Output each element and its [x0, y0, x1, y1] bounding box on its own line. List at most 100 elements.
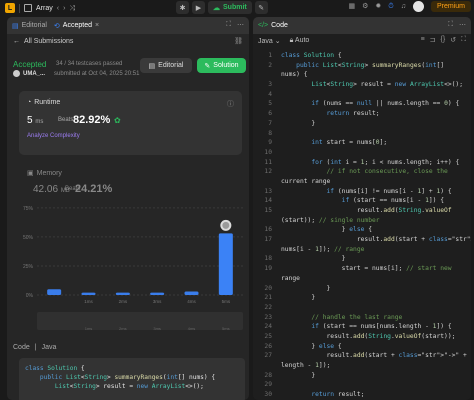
code-line[interactable]: 26 } else { — [253, 342, 471, 352]
line-code: public List<String> summaryRanges(int[] — [296, 61, 445, 69]
code-line[interactable]: 14 if (start == nums[i - 1]) { — [253, 196, 471, 206]
separator-dot: | — [34, 344, 37, 351]
line-code: return result; — [311, 391, 365, 399]
next-icon[interactable]: › — [63, 5, 65, 12]
code-line[interactable]: 18 } — [253, 254, 471, 264]
braces-icon[interactable]: {} — [441, 36, 446, 44]
code-line[interactable]: 22 — [253, 303, 471, 313]
line-number: 15 — [264, 207, 272, 214]
line-code: if (nums == null || nums.length == 0) { — [311, 100, 460, 108]
code-line[interactable]: 16 } else { — [253, 225, 471, 235]
line-number: 4 — [268, 90, 272, 98]
streak-icon[interactable]: ✹ — [375, 3, 381, 10]
prev-icon[interactable]: ‹ — [57, 5, 59, 12]
code-line[interactable]: current range — [253, 177, 471, 187]
code-line[interactable]: 10 — [253, 148, 471, 158]
problem-list-label[interactable]: Array — [36, 5, 53, 12]
line-number: 2 — [268, 61, 272, 69]
line-number: 28 — [264, 371, 272, 379]
code-line[interactable]: 27 result.add(start + class="str">"->" +… — [253, 351, 471, 361]
avatar[interactable] — [412, 1, 424, 12]
code-line[interactable]: 11 for (int i = 1; i < nums.length; i++)… — [253, 158, 471, 168]
expand-icon[interactable]: ⛶ — [448, 21, 453, 29]
x-tick-label: 4ms — [187, 299, 196, 304]
code-line[interactable]: 29 — [253, 380, 471, 390]
code-line[interactable]: 2 public List<String> summaryRanges(int[… — [253, 61, 471, 71]
code-editor-panel: </> Code ⛶ ⋯ Java ⌄ 🔒︎ Auto ≡ ⊐ {} ↺ ⛶ 1… — [253, 17, 471, 400]
code-line[interactable]: 5 if (nums == null || nums.length == 0) … — [253, 99, 471, 109]
overview-tick-label: 3ms — [153, 326, 161, 331]
bug-icon[interactable]: ✱ — [176, 1, 189, 14]
fullscreen-icon[interactable]: ⛶ — [461, 36, 466, 44]
run-icon[interactable]: ▶ — [192, 1, 205, 14]
line-code: start = nums[i]; // start new — [281, 265, 452, 273]
format-icon[interactable]: ≡ — [421, 36, 425, 44]
chart-bar — [150, 292, 165, 295]
notes-icon[interactable]: ✎ — [254, 1, 268, 14]
chart-bar — [184, 291, 199, 295]
timer-icon[interactable]: ⏱ — [388, 3, 393, 10]
settings-icon[interactable]: ⚙ — [362, 3, 368, 10]
line-code: for (int i = 1; i < nums.length; i++) { — [311, 158, 460, 166]
more-icon[interactable]: ⋯ — [459, 21, 466, 29]
code-editor[interactable]: 1 class Solution {2 public List<String> s… — [253, 51, 471, 400]
code-line[interactable]: 15 result.add(String.valueOf — [253, 206, 471, 216]
logo-icon[interactable]: L — [5, 3, 15, 13]
code-line[interactable]: 9 int start = nums[0]; — [253, 138, 471, 148]
code-line[interactable]: 21 } — [253, 293, 471, 303]
code-line[interactable]: range — [253, 274, 471, 284]
code-line[interactable]: (start)); // single number — [253, 216, 471, 226]
code-line[interactable]: 25 result.add(String.valueOf(start)); — [253, 332, 471, 342]
language-label: Java — [258, 37, 273, 45]
line-number: 18 — [264, 255, 272, 263]
y-tick-label: 50% — [23, 235, 34, 241]
line-code: } — [281, 255, 346, 263]
code-line[interactable]: 7 } — [253, 119, 471, 129]
layout-icon[interactable]: ▦ — [348, 3, 355, 10]
line-code: range — [281, 274, 300, 282]
code-line[interactable]: length - 1]); — [253, 361, 471, 371]
submitted-code-block[interactable]: class Solution { public List<String> sum… — [19, 358, 245, 400]
code-line[interactable]: 4 — [253, 90, 471, 100]
code-line[interactable]: 6 return result; — [253, 109, 471, 119]
code-line[interactable]: nums) { — [253, 70, 471, 80]
code-line[interactable]: 24 if (start == nums[nums.length - 1]) { — [253, 322, 471, 332]
code-line[interactable]: 17 result.add(start + class="str">"->" + — [253, 235, 471, 245]
line-code: int start = nums[0]; — [311, 139, 388, 147]
x-tick-label: 5ms — [222, 299, 231, 304]
code-line[interactable]: 20 } — [253, 284, 471, 294]
tab-code[interactable]: </> Code — [258, 22, 288, 29]
language-select[interactable]: Java ⌄ — [258, 37, 281, 45]
code-line[interactable]: 12 // if not consecutive, close the — [253, 167, 471, 177]
autocomplete-toggle[interactable]: 🔒︎ Auto — [290, 37, 310, 45]
code-line[interactable]: 3 List<String> result = new ArrayList<>(… — [253, 80, 471, 90]
line-code: List<String> result = new ArrayList<>(); — [311, 81, 464, 89]
code-line[interactable]: 23 // handle the last range — [253, 313, 471, 323]
line-number: 30 — [264, 391, 272, 399]
code-line[interactable]: 13 if (nums[i] != nums[i - 1] + 1) { — [253, 187, 471, 197]
bookmark-icon[interactable]: ⊐ — [430, 36, 436, 44]
line-code: } else { — [281, 226, 373, 234]
line-code: return result; — [326, 110, 380, 118]
premium-button[interactable]: Premium — [430, 1, 471, 12]
editor-toolbar: Java ⌄ 🔒︎ Auto ≡ ⊐ {} ↺ ⛶ — [253, 34, 471, 47]
code-line[interactable]: 30 return result; — [253, 390, 471, 400]
line-code: if (start == nums[i - 1]) { — [341, 197, 445, 205]
code-line[interactable]: 1 class Solution { — [253, 51, 471, 61]
submit-button[interactable]: ☁ Submit — [208, 1, 252, 14]
bell-icon[interactable]: ♫ — [401, 3, 406, 10]
line-code: result.add(String.valueOf(start)); — [281, 332, 456, 340]
x-tick-label: 1ms — [84, 299, 93, 304]
overview-tick-label: 4ms — [188, 326, 196, 331]
reset-icon[interactable]: ↺ — [450, 36, 456, 44]
shuffle-icon[interactable]: ⤨ — [69, 5, 75, 12]
code-line[interactable]: 8 — [253, 129, 471, 139]
problem-list-icon[interactable] — [24, 4, 32, 12]
line-code: } — [281, 294, 316, 302]
overview-tick-label: 5ms — [222, 326, 230, 331]
code-line[interactable]: 28 } — [253, 371, 471, 381]
line-code: // if not consecutive, close the — [326, 168, 448, 176]
line-number: 13 — [264, 187, 272, 195]
code-line[interactable]: 19 start = nums[i]; // start new — [253, 264, 471, 274]
code-line[interactable]: nums[i - 1]); // range — [253, 245, 471, 255]
